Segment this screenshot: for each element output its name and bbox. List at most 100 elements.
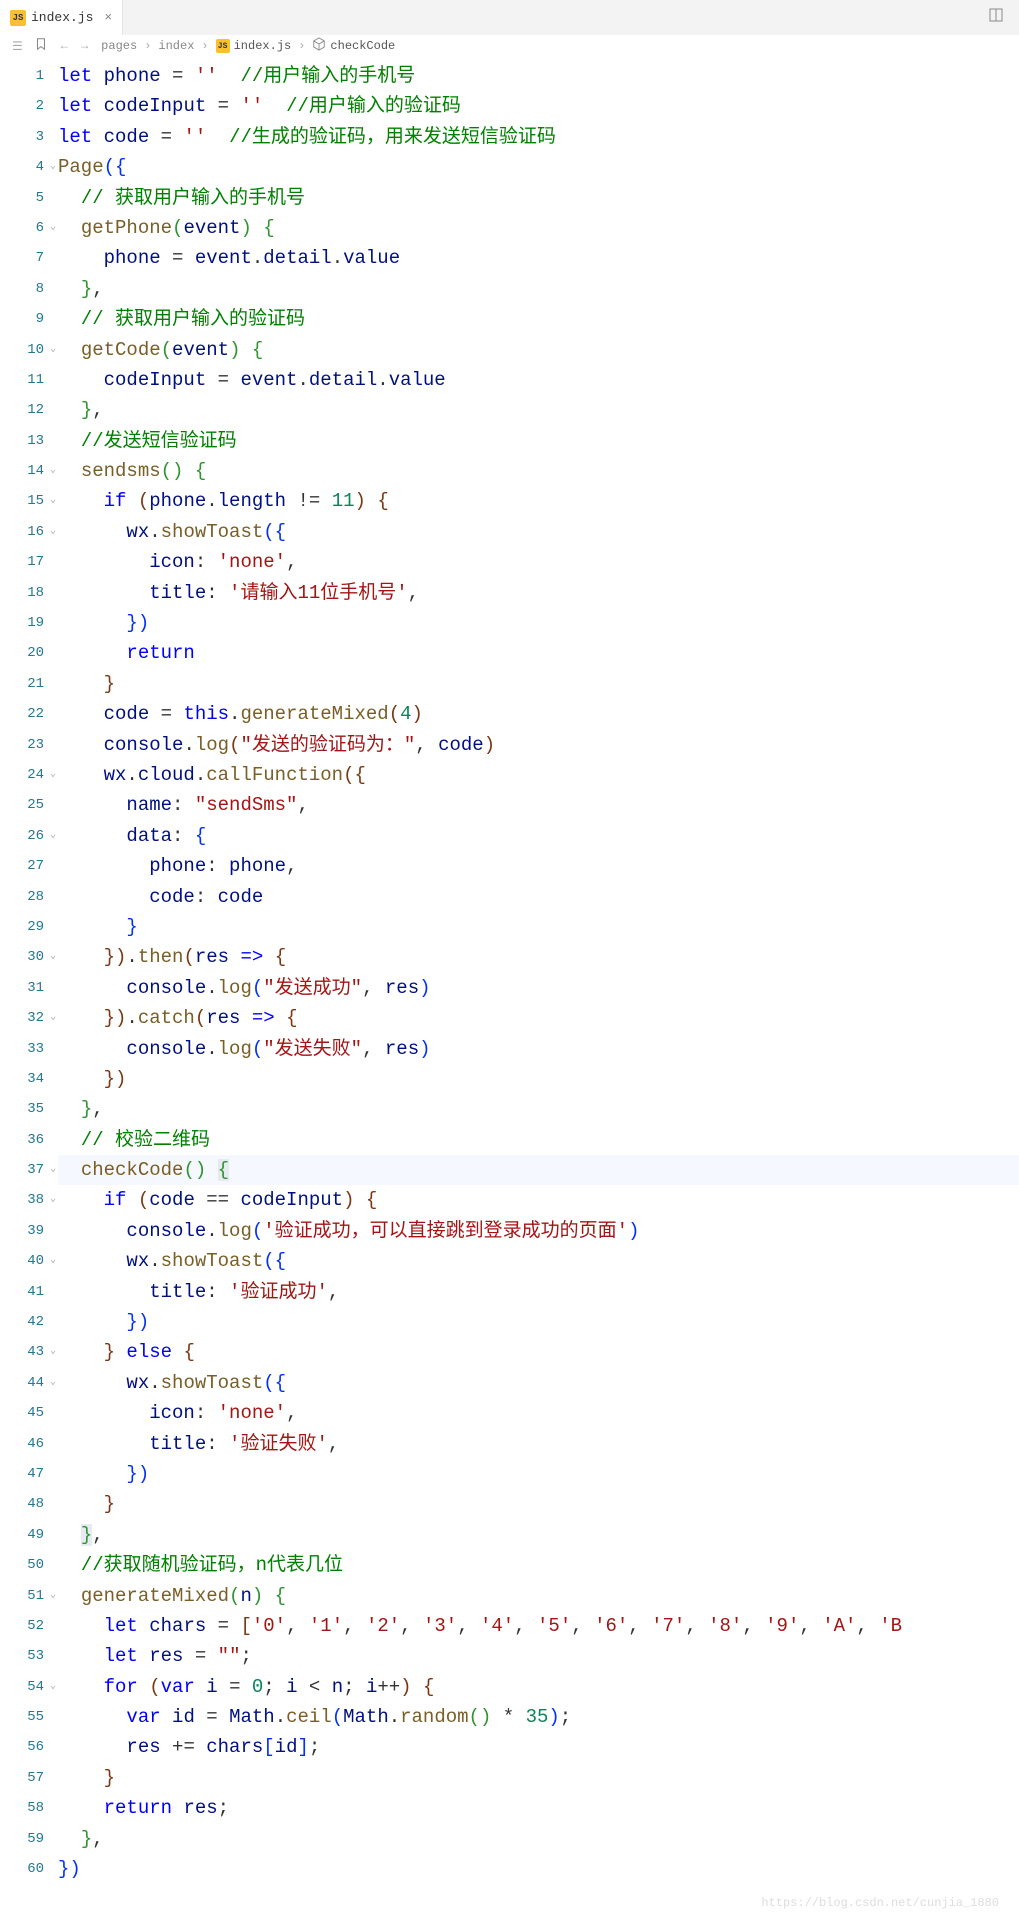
code-line[interactable]: generateMixed(n) { [58,1581,1019,1611]
editor: JS index.js × ☰ ← → pages › index › JS i… [0,0,1019,1920]
code-line[interactable]: return [58,638,1019,668]
fold-icon[interactable]: ⌄ [50,1672,56,1702]
code-line[interactable]: console.log("发送失败", res) [58,1034,1019,1064]
code-line[interactable]: } [58,669,1019,699]
code-line[interactable]: if (code == codeInput) { [58,1185,1019,1215]
fold-icon[interactable]: ⌄ [50,517,56,547]
fold-icon[interactable]: ⌄ [50,1581,56,1611]
code-line[interactable]: getCode(event) { [58,335,1019,365]
code-line[interactable]: title: '请输入11位手机号', [58,578,1019,608]
code-line[interactable]: let code = '' //生成的验证码，用来发送短信验证码 [58,122,1019,152]
code-line[interactable]: console.log('验证成功，可以直接跳到登录成功的页面') [58,1216,1019,1246]
nav-forward-icon[interactable]: → [81,39,88,53]
bookmark-icon[interactable] [34,37,48,55]
code-line[interactable]: title: '验证成功', [58,1277,1019,1307]
breadcrumb-item[interactable]: JS index.js [216,39,292,53]
code-line[interactable]: Page({ [58,152,1019,182]
breadcrumb-item[interactable]: checkCode [312,37,395,55]
code-line[interactable]: // 获取用户输入的验证码 [58,304,1019,334]
breadcrumb-item[interactable]: pages [101,39,137,53]
code-line[interactable]: getPhone(event) { [58,213,1019,243]
code-line[interactable]: icon: 'none', [58,1398,1019,1428]
line-number: 8 [0,274,44,304]
code-line[interactable]: } else { [58,1337,1019,1367]
code-line[interactable]: //获取随机验证码，n代表几位 [58,1550,1019,1580]
code-line[interactable]: console.log("发送成功", res) [58,973,1019,1003]
code-line[interactable]: codeInput = event.detail.value [58,365,1019,395]
code-line[interactable]: let chars = ['0', '1', '2', '3', '4', '5… [58,1611,1019,1641]
code-line[interactable]: }) [58,1064,1019,1094]
code-line[interactable]: for (var i = 0; i < n; i++) { [58,1672,1019,1702]
code-line[interactable]: phone: phone, [58,851,1019,881]
code-line[interactable]: sendsms() { [58,456,1019,486]
code-line[interactable]: let codeInput = '' //用户输入的验证码 [58,91,1019,121]
code-line[interactable]: let res = ""; [58,1641,1019,1671]
fold-icon[interactable]: ⌄ [50,152,56,182]
code-line[interactable]: phone = event.detail.value [58,243,1019,273]
fold-icon[interactable]: ⌄ [50,1185,56,1215]
chevron-right-icon: › [298,39,305,53]
code-line[interactable]: wx.cloud.callFunction({ [58,760,1019,790]
code-line[interactable]: }).catch(res => { [58,1003,1019,1033]
fold-icon[interactable]: ⌄ [50,942,56,972]
nav-back-icon[interactable]: ← [61,39,68,53]
code-line[interactable]: } [58,1489,1019,1519]
fold-icon[interactable]: ⌄ [50,1246,56,1276]
code-line[interactable]: }) [58,1854,1019,1884]
fold-icon[interactable]: ⌄ [50,821,56,851]
fold-icon[interactable]: ⌄ [50,335,56,365]
code-line[interactable]: wx.showToast({ [58,517,1019,547]
code-line[interactable]: }, [58,395,1019,425]
code-line[interactable]: name: "sendSms", [58,790,1019,820]
code-line[interactable]: }).then(res => { [58,942,1019,972]
code-line[interactable]: }) [58,608,1019,638]
fold-icon[interactable]: ⌄ [50,213,56,243]
code-line[interactable]: checkCode() { [58,1155,1019,1185]
code-line[interactable]: icon: 'none', [58,547,1019,577]
line-number: 26⌄ [0,821,44,851]
fold-icon[interactable]: ⌄ [50,1368,56,1398]
code-line[interactable]: if (phone.length != 11) { [58,486,1019,516]
line-number: 4⌄ [0,152,44,182]
line-number: 51⌄ [0,1581,44,1611]
fold-icon[interactable]: ⌄ [50,1155,56,1185]
code-line[interactable]: data: { [58,821,1019,851]
fold-icon[interactable]: ⌄ [50,456,56,486]
split-editor-icon[interactable] [988,7,1004,28]
code-line[interactable]: //发送短信验证码 [58,426,1019,456]
code-line[interactable]: }, [58,1824,1019,1854]
code-line[interactable]: }, [58,274,1019,304]
code-line[interactable]: return res; [58,1793,1019,1823]
code-content[interactable]: let phone = '' //用户输入的手机号let codeInput =… [58,57,1019,1920]
code-line[interactable]: console.log("发送的验证码为：", code) [58,730,1019,760]
code-line[interactable]: title: '验证失败', [58,1429,1019,1459]
line-number: 1 [0,61,44,91]
code-line[interactable]: }) [58,1307,1019,1337]
code-line[interactable]: // 校验二维码 [58,1125,1019,1155]
breadcrumb-item[interactable]: index [158,39,194,53]
code-line[interactable]: wx.showToast({ [58,1246,1019,1276]
code-line[interactable]: wx.showToast({ [58,1368,1019,1398]
close-icon[interactable]: × [104,10,112,25]
code-line[interactable]: code: code [58,882,1019,912]
fold-icon[interactable]: ⌄ [50,760,56,790]
code-line[interactable]: res += chars[id]; [58,1732,1019,1762]
fold-icon[interactable]: ⌄ [50,1003,56,1033]
line-number: 30⌄ [0,942,44,972]
code-line[interactable]: } [58,912,1019,942]
line-number: 9 [0,304,44,334]
code-line[interactable]: code = this.generateMixed(4) [58,699,1019,729]
code-line[interactable]: let phone = '' //用户输入的手机号 [58,61,1019,91]
file-tab[interactable]: JS index.js × [0,0,123,35]
list-icon[interactable]: ☰ [12,39,23,54]
code-line[interactable]: var id = Math.ceil(Math.random() * 35); [58,1702,1019,1732]
code-line[interactable]: } [58,1763,1019,1793]
code-line[interactable]: }, [58,1094,1019,1124]
fold-icon[interactable]: ⌄ [50,1337,56,1367]
line-number: 10⌄ [0,335,44,365]
line-number: 38⌄ [0,1185,44,1215]
fold-icon[interactable]: ⌄ [50,486,56,516]
code-line[interactable]: }) [58,1459,1019,1489]
code-line[interactable]: }, [58,1520,1019,1550]
code-line[interactable]: // 获取用户输入的手机号 [58,183,1019,213]
